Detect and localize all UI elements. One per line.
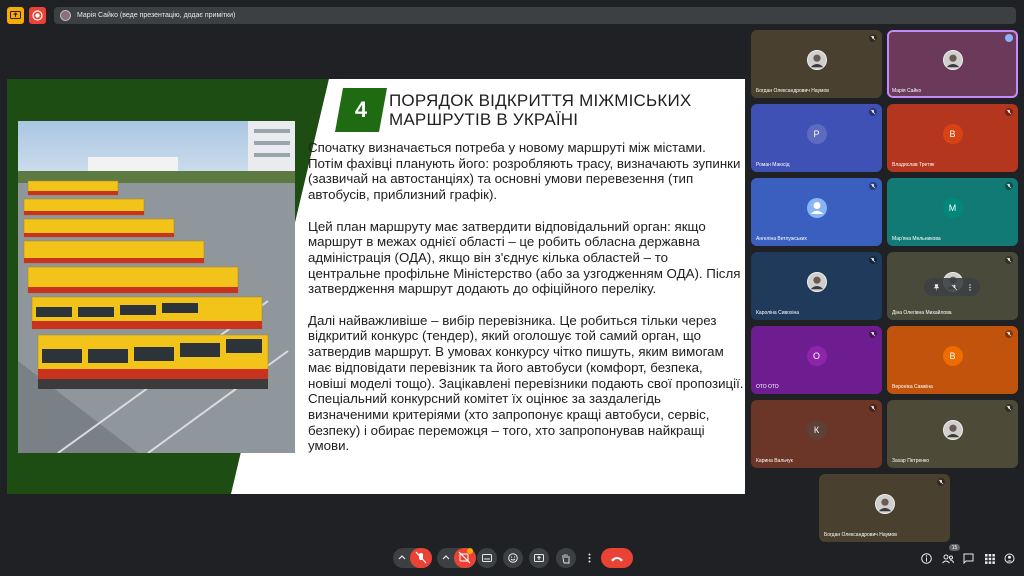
participant-name: Богдан Олександрович Наумов [824, 532, 897, 538]
meeting-info-icon[interactable] [920, 552, 933, 565]
chat-icon[interactable] [962, 552, 975, 565]
slide-number-badge: 4 [335, 88, 387, 132]
presenter-banner: Марія Сайко (веде презентацію, додає при… [54, 7, 1016, 24]
participant-photo [806, 50, 827, 70]
slide-paragraph-1: Спочатку визначається потреба у новому м… [308, 140, 741, 203]
recording-indicator-icon[interactable] [29, 7, 46, 24]
tile-hover-controls[interactable] [924, 278, 980, 296]
microphone-control[interactable] [393, 548, 432, 568]
mic-off-icon [1005, 330, 1013, 338]
participant-photo [806, 272, 827, 292]
mic-off-icon [869, 330, 877, 338]
participant-name: Кароліна Сивохіна [756, 310, 799, 316]
participant-name: Марія Сайко [892, 88, 922, 94]
presenter-banner-text: Марія Сайко (веде презентацію, додає при… [77, 12, 236, 19]
pin-icon[interactable] [933, 278, 941, 296]
participant-photo [942, 50, 963, 70]
present-screen-button[interactable] [529, 548, 549, 568]
participant-tile[interactable]: Кароліна Сивохіна [751, 252, 882, 320]
participant-avatar: В [942, 124, 963, 144]
participant-tile[interactable]: Ангеліна Ветлужських [751, 178, 882, 246]
participant-tile[interactable]: Марія Сайко [887, 30, 1018, 98]
more-vert-icon[interactable] [968, 278, 971, 296]
mic-off-icon [1005, 108, 1013, 116]
participant-tile[interactable]: М Мар'яна Мельникова [887, 178, 1018, 246]
presenter-avatar [60, 10, 71, 21]
bus-depot-photo [18, 121, 295, 453]
participant-avatar: В [942, 346, 963, 366]
raise-hand-button[interactable] [556, 548, 576, 568]
slide-paragraph-3: Далі найважливіше – вибір перевізника. Ц… [308, 312, 744, 454]
participant-tile[interactable]: Богдан Олександрович Наумов [819, 474, 950, 542]
slide-number: 4 [354, 97, 368, 122]
mic-off-icon [869, 182, 877, 190]
audio-indicator-icon [1005, 34, 1013, 42]
mic-off-icon [1005, 182, 1013, 190]
participant-tile[interactable]: Діна Олегівна Михайлова [887, 252, 1018, 320]
participant-name: Мар'яна Мельникова [892, 236, 941, 242]
participant-name: Роман Маюсід [756, 162, 790, 168]
participant-name: Ангеліна Ветлужських [756, 236, 807, 242]
participant-name: Карина Вальчук [756, 458, 793, 464]
emoji-reaction-button[interactable] [503, 548, 523, 568]
participant-tile[interactable]: Захар Петренко [887, 400, 1018, 468]
slide-title: ПОРЯДОК ВІДКРИТТЯ МІЖМІСЬКИХ МАРШРУТІВ В… [389, 91, 692, 129]
participant-name: Захар Петренко [892, 458, 930, 464]
mic-off-icon [1005, 404, 1013, 412]
mic-off-icon [869, 108, 877, 116]
participant-name: ОТО ОТО [756, 384, 779, 390]
participant-tile[interactable]: В Владислав Третяк [887, 104, 1018, 172]
presentation-indicator-icon[interactable] [7, 7, 24, 24]
participant-tile[interactable]: Р Роман Маюсід [751, 104, 882, 172]
participant-avatar: К [806, 420, 827, 440]
slide-paragraph-2: Цей план маршруту має затвердити відпові… [308, 218, 741, 297]
people-icon[interactable] [941, 552, 954, 565]
participant-count-badge: 15 [949, 544, 960, 551]
presentation-slide: 4 ПОРЯДОК ВІДКРИТТЯ МІЖМІСЬКИХ МАРШРУТІВ… [7, 79, 745, 494]
host-controls-icon[interactable] [1003, 552, 1016, 565]
meeting-controls-bar: 15 [0, 544, 1024, 576]
participant-photo [874, 494, 895, 514]
participant-avatar [806, 198, 827, 218]
mic-off-icon [937, 478, 945, 486]
leave-call-button[interactable] [601, 548, 633, 568]
participant-avatar: М [942, 198, 963, 218]
mute-participant-icon[interactable] [951, 278, 958, 296]
mic-off-icon [869, 256, 877, 264]
top-bar: Марія Сайко (веде презентацію, додає при… [0, 0, 1024, 30]
captions-button[interactable] [477, 548, 497, 568]
participant-avatar: Р [806, 124, 827, 144]
participant-tile[interactable]: Богдан Олександрович Наумов [751, 30, 882, 98]
mic-off-icon [869, 34, 877, 42]
participant-tile[interactable]: К Карина Вальчук [751, 400, 882, 468]
slide-body: Спочатку визначається потреба у новому м… [308, 140, 744, 454]
participant-name: Богдан Олександрович Наумов [756, 88, 829, 94]
participant-tile[interactable]: О ОТО ОТО [751, 326, 882, 394]
activities-icon[interactable] [983, 552, 996, 565]
participant-avatar: О [806, 346, 827, 366]
camera-control[interactable] [437, 548, 476, 568]
more-options-button[interactable] [583, 548, 595, 568]
participant-tile[interactable]: В Вероніка Самкіна [887, 326, 1018, 394]
mic-off-icon [1005, 256, 1013, 264]
participant-name: Вероніка Самкіна [892, 384, 933, 390]
mic-off-icon [869, 404, 877, 412]
participant-photo [942, 420, 963, 440]
participant-name: Діна Олегівна Михайлова [892, 310, 952, 316]
participant-name: Владислав Третяк [892, 162, 935, 168]
